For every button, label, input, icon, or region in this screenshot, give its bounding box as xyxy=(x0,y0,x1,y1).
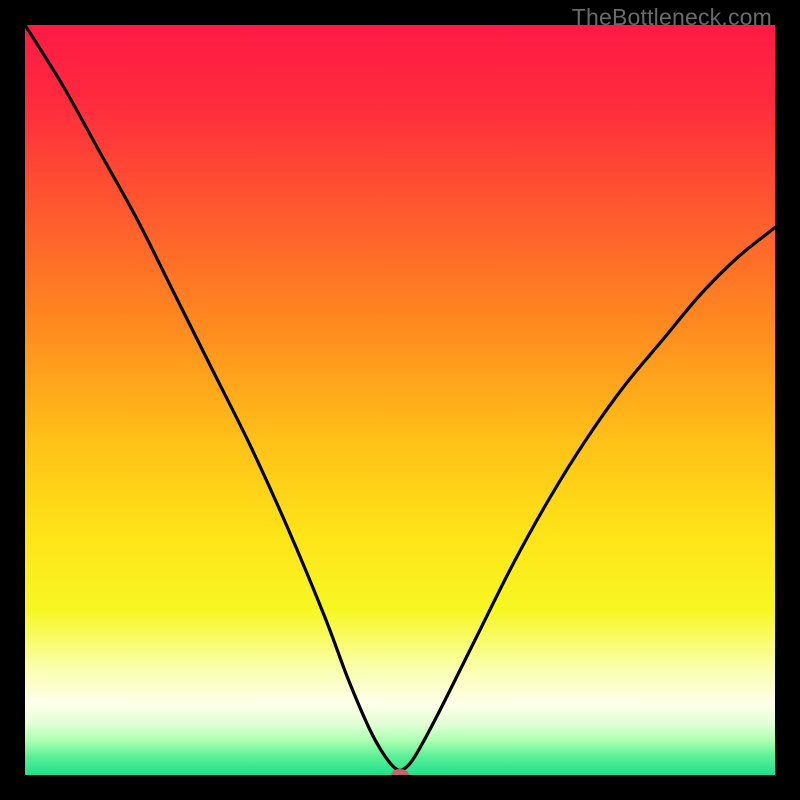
watermark-text: TheBottleneck.com xyxy=(572,4,772,31)
gradient-background xyxy=(25,25,775,775)
chart-container xyxy=(25,25,775,775)
bottleneck-chart xyxy=(25,25,775,775)
